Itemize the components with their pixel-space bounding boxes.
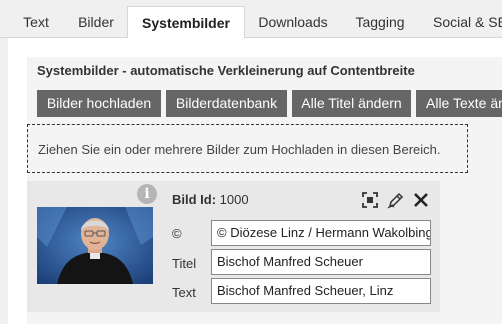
change-all-titles-button[interactable]: Alle Titel ändern xyxy=(292,90,411,117)
image-database-button[interactable]: Bilderdatenbank xyxy=(166,90,287,117)
tab-text[interactable]: Text xyxy=(8,6,64,38)
image-thumbnail[interactable] xyxy=(37,207,153,284)
tab-bilder[interactable]: Bilder xyxy=(66,6,126,38)
image-id-value: 1000 xyxy=(219,192,249,207)
copyright-field[interactable]: © Diözese Linz / Hermann Wakolbinger xyxy=(211,220,431,246)
image-id-label: Bild Id: xyxy=(172,192,217,207)
upload-images-button[interactable]: Bilder hochladen xyxy=(37,90,161,117)
title-field[interactable]: Bischof Manfred Scheuer xyxy=(211,249,431,275)
tab-systembilder[interactable]: Systembilder xyxy=(127,6,245,39)
image-id: Bild Id: 1000 xyxy=(172,192,249,207)
change-all-texts-button[interactable]: Alle Texte ändern xyxy=(416,90,502,117)
copyright-label: © xyxy=(172,226,182,241)
pencil-icon[interactable] xyxy=(386,190,406,210)
tab-social-seo[interactable]: Social & SEO xyxy=(420,6,502,38)
text-label: Text xyxy=(172,285,196,300)
close-icon[interactable] xyxy=(411,190,431,210)
tab-downloads[interactable]: Downloads xyxy=(246,6,340,38)
info-icon[interactable]: i xyxy=(137,184,157,204)
crop-icon[interactable] xyxy=(360,190,380,210)
section-title: Systembilder - automatische Verkleinerun… xyxy=(37,63,415,78)
title-label: Titel xyxy=(172,256,197,271)
tab-tagging[interactable]: Tagging xyxy=(342,6,418,38)
tab-bar: Text Bilder Systembilder Downloads Taggi… xyxy=(0,0,502,39)
text-field[interactable]: Bischof Manfred Scheuer, Linz xyxy=(211,278,431,304)
upload-dropzone[interactable]: Ziehen Sie ein oder mehrere Bilder zum H… xyxy=(27,124,468,173)
